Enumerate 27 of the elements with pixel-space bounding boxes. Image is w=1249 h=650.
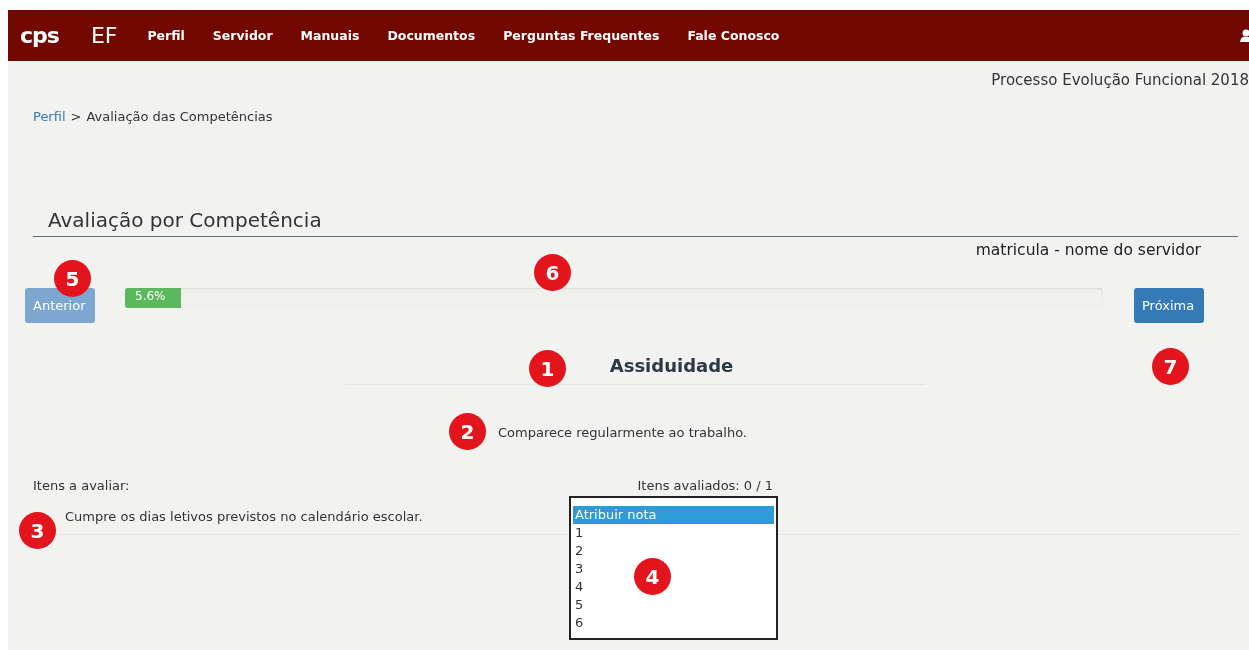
breadcrumb-link[interactable]: Perfil — [33, 109, 66, 124]
next-button[interactable]: Próxima — [1134, 288, 1204, 323]
grade-option[interactable]: 1 — [573, 524, 588, 542]
progress-fill: 5.6% — [125, 288, 181, 308]
item-text: Cumpre os dias letivos previstos no calendário escolar. — [65, 509, 423, 524]
nav-link[interactable]: Fale Conosco — [687, 28, 780, 43]
breadcrumb-current: Avaliação das Competências — [86, 109, 273, 124]
employee-name: matricula - nome do servidor — [975, 241, 1201, 259]
items-label: Itens a avaliar: — [33, 478, 130, 493]
process-title: Processo Evolução Funcional 2018 — [990, 70, 1249, 89]
nav-link[interactable]: Documentos — [387, 28, 476, 43]
section-heading: Avaliação por Competência — [33, 208, 1238, 237]
grade-option[interactable]: 5 — [573, 596, 588, 614]
grade-option[interactable]: 2 — [573, 542, 588, 560]
grade-option[interactable]: 3 — [573, 560, 588, 578]
competence-description: Comparece regularmente ao trabalho. — [498, 425, 747, 440]
nav-link[interactable]: Servidor — [212, 28, 273, 43]
nav-link[interactable]: Perfil — [147, 28, 185, 43]
app-name: EF — [90, 23, 118, 48]
items-count: Itens avaliados: 0 / 1 — [637, 478, 774, 493]
nav-link[interactable]: Perguntas Frequentes — [503, 28, 660, 43]
user-icon[interactable] — [1240, 29, 1249, 42]
breadcrumb-separator: > — [70, 109, 82, 124]
nav-link[interactable]: Manuais — [300, 28, 360, 43]
grade-option[interactable]: 6 — [573, 614, 588, 632]
grade-option[interactable]: 4 — [573, 578, 588, 596]
logo[interactable]: cps — [20, 23, 59, 48]
